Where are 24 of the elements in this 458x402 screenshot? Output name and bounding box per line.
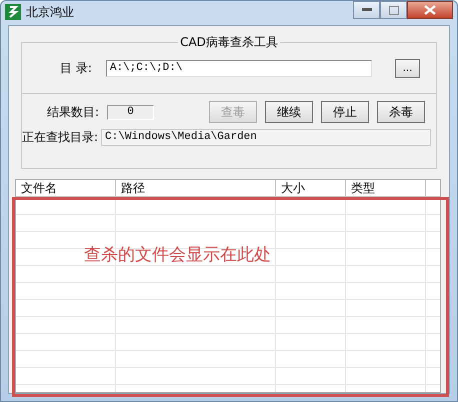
result-count-field: 0 [107,104,154,120]
minimize-icon [362,8,372,12]
maximize-icon [388,6,398,14]
column-header[interactable]: 路径 [116,180,276,196]
directory-label: 目 录: [60,60,92,76]
maximize-button[interactable] [380,1,407,19]
window-title: 北京鸿业 [26,4,74,20]
group-title: CAD病毒查杀工具 [178,34,280,51]
annotation-text: 查杀的文件会显示在此处 [84,244,271,266]
action-button[interactable]: 杀毒 [377,101,425,123]
action-button[interactable]: 继续 [265,101,313,123]
directory-field[interactable]: A:\;C:\;D:\ [106,60,372,76]
close-icon [424,5,436,15]
result-count-label: 结果数目: [47,104,100,120]
action-button[interactable]: 停止 [321,101,369,123]
app-logo-icon [5,4,21,20]
column-header[interactable]: 文件名 [16,180,116,196]
browse-button[interactable]: ... [395,58,420,78]
current-directory-label: 正在查找目录: [22,128,98,146]
current-directory-field: C:\Windows\Media\Garden [101,128,432,146]
column-header[interactable]: 类型 [346,180,426,196]
close-button[interactable] [407,1,453,19]
minimize-button[interactable] [353,1,380,19]
column-header[interactable]: 大小 [276,180,346,196]
